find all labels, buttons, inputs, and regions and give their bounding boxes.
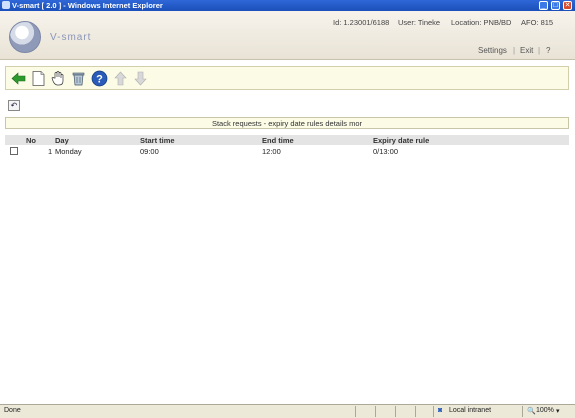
cell-day: Monday <box>55 147 82 156</box>
select-hand-icon[interactable] <box>50 70 67 87</box>
page-title: Stack requests - expiry date rules detai… <box>5 117 569 129</box>
minimize-button[interactable]: _ <box>539 1 548 10</box>
move-up-icon[interactable] <box>112 70 129 87</box>
zone-label: Local intranet <box>449 407 492 414</box>
zoom-icon: 🔍 <box>527 408 536 415</box>
help-link[interactable]: ? <box>546 46 550 55</box>
cell-no: 1 <box>48 147 53 156</box>
action-toolbar: ? <box>5 66 569 90</box>
status-text: Done <box>4 407 21 414</box>
nav-separator: | <box>538 46 541 55</box>
settings-link[interactable]: Settings <box>478 46 507 55</box>
intranet-zone-icon: ◙ <box>438 407 443 414</box>
close-button[interactable]: ✕ <box>563 1 572 10</box>
svg-text:?: ? <box>96 74 103 86</box>
column-header-expiry-date-rule: Expiry date rule <box>373 136 430 145</box>
help-icon[interactable]: ? <box>91 70 108 87</box>
window-titlebar: V-smart [ 2.0 ] - Windows Internet Explo… <box>0 0 575 11</box>
zoom-level[interactable]: 100% <box>536 407 554 414</box>
move-down-icon[interactable] <box>132 70 149 87</box>
app-icon <box>2 1 10 9</box>
column-header-no: No <box>26 136 36 145</box>
session-afo: AFO: 815 <box>521 18 554 27</box>
logo-text: V-smart <box>50 32 92 43</box>
exit-link[interactable]: Exit <box>520 46 533 55</box>
column-header-day: Day <box>55 136 69 145</box>
table-header: No Day Start time End time Expiry date r… <box>5 135 569 145</box>
cell-expiry-date-rule: 0/13:00 <box>373 147 399 156</box>
new-document-icon[interactable] <box>30 70 47 87</box>
nav-separator: | <box>513 46 516 55</box>
session-id: Id: 1.23001/6188 <box>333 18 390 27</box>
undo-button[interactable]: ↶ <box>8 100 20 111</box>
window-title: V-smart [ 2.0 ] - Windows Internet Explo… <box>12 1 163 10</box>
vsmart-logo-icon <box>9 21 41 53</box>
chevron-down-icon[interactable]: ▾ <box>556 407 560 415</box>
cell-end-time: 12:00 <box>262 147 281 156</box>
maximize-button[interactable]: □ <box>551 1 560 10</box>
cell-start-time: 09:00 <box>140 147 159 156</box>
delete-bin-icon[interactable] <box>70 70 87 87</box>
column-header-start-time: Start time <box>140 136 175 145</box>
table-row[interactable]: 1 Monday 09:00 12:00 0/13:00 <box>5 147 569 157</box>
session-location: Location: PNB/BD <box>451 18 512 27</box>
row-select-checkbox[interactable] <box>10 147 18 155</box>
column-header-end-time: End time <box>262 136 294 145</box>
back-arrow-icon[interactable] <box>10 70 27 87</box>
browser-statusbar: Done ◙ Local intranet 🔍 100% ▾ <box>0 404 575 418</box>
session-user: User: Tineke <box>398 18 441 27</box>
